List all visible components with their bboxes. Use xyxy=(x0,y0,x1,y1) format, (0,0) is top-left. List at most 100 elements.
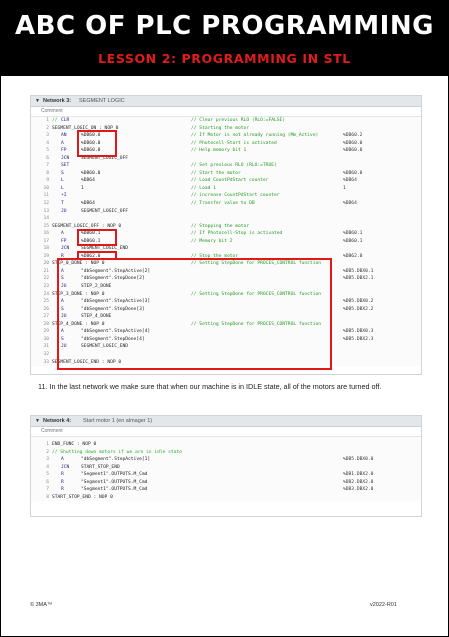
code-line[interactable]: 1 END_FUNC : NOP 0 xyxy=(31,441,421,449)
network-3-header[interactable]: ▼ Network 3: SEGMENT LOGIC xyxy=(31,96,421,107)
address: %DB5.DBX0.2 xyxy=(343,299,374,305)
code-line[interactable]: 7 R "Segment1".OUTPUTS.M_Cmd %DB3.DBX2.0 xyxy=(31,486,421,494)
network-4-code[interactable]: 1 END_FUNC : NOP 0 2// Shutting down motor… xyxy=(31,437,421,502)
operand: "Segment1".OUTPUTS.M_Cmd xyxy=(81,487,148,493)
address: %DB2.DBX2.0 xyxy=(343,479,374,485)
instruction: +I xyxy=(61,193,67,199)
line-number: 4 xyxy=(46,140,49,146)
address: %DB60.0 xyxy=(343,140,363,146)
line-number: 26 xyxy=(43,306,49,312)
address: %DB64 xyxy=(343,178,357,184)
line-number: 25 xyxy=(43,299,49,305)
instruction: S xyxy=(61,170,64,176)
instruction: FP xyxy=(61,238,67,244)
code-line[interactable]: 1//CLR // Clear previous RLO (RLO:=FALSE) xyxy=(31,117,421,125)
code-comment: // Load CountPdStart counter xyxy=(191,178,269,184)
network-4-label: Network 4: xyxy=(43,418,72,424)
instruction: JCN xyxy=(61,464,70,470)
address: %DB60.0 xyxy=(343,148,363,154)
code-line[interactable]: 11 +I // increase CountPdStart counter xyxy=(31,192,421,200)
highlight-box-operands-2 xyxy=(77,229,117,246)
address: %DB60.2 xyxy=(343,133,363,139)
operand: "Segment1".OUTPUTS.M_Cmd xyxy=(81,472,148,478)
operand: %DB64 xyxy=(81,201,95,207)
address: %DB5.DBX2.2 xyxy=(343,306,374,312)
line-number: 10 xyxy=(43,185,49,191)
line-number: 1 xyxy=(46,442,49,447)
instruction: R xyxy=(61,472,64,478)
code-comment: // Transfer value to DB xyxy=(191,201,255,207)
network-4-comment[interactable]: Comment xyxy=(31,427,421,437)
operand: %DB60.0 xyxy=(81,170,101,176)
line-number: 17 xyxy=(43,238,49,244)
line-number: 7 xyxy=(46,163,49,169)
code-comment: // Clear previous RLO (RLO:=FALSE) xyxy=(191,118,286,123)
network-4-header[interactable]: ▼ Network 4: Start motor 1 (en almager 1… xyxy=(31,416,421,427)
line-number: 2 xyxy=(46,449,49,455)
line-number: 6 xyxy=(46,479,49,485)
line-number: 24 xyxy=(43,291,49,297)
line-number: 20 xyxy=(43,261,49,267)
page-subtitle: LESSON 2: PROGRAMMING IN STL xyxy=(98,51,351,66)
collapse-triangle-icon[interactable]: ▼ xyxy=(35,96,40,106)
code-line[interactable]: 13 JU SEGMENT_LOGIC_OFF xyxy=(31,208,421,216)
line-number: 13 xyxy=(43,208,49,214)
code-comment: // Start the motor xyxy=(191,170,241,176)
statement-label: // Shutting down motors if we are in idl… xyxy=(52,449,182,455)
operand: %DB64 xyxy=(81,178,95,184)
network-4-panel: ▼ Network 4: Start motor 1 (en almager 1… xyxy=(30,415,422,517)
address: 1 xyxy=(343,185,346,191)
line-number: 14 xyxy=(43,216,49,222)
instruction: FP xyxy=(61,148,67,154)
code-line[interactable]: 7 SET // Set previous RLO (RLO:=TRUE) xyxy=(31,162,421,170)
code-line[interactable]: 6 R "Segment1".OUTPUTS.M_Cmd %DB2.DBX2.0 xyxy=(31,479,421,487)
code-line[interactable]: 8 START_STOP_END : NOP 0 xyxy=(31,494,421,502)
code-line[interactable]: 3 A "dbSegment".StepActive[1] %DB5.DBX0.0 xyxy=(31,456,421,464)
code-line[interactable]: 4 JCN START_STOP_END xyxy=(31,464,421,472)
instruction: JCN xyxy=(61,246,70,252)
code-line[interactable]: 12 T %DB64 // Transfer value to DB %DB64 xyxy=(31,200,421,208)
network-3-panel: ▼ Network 3: SEGMENT LOGIC Comment 1 //CL… xyxy=(30,95,422,375)
highlight-box-steps xyxy=(57,258,332,370)
line-number: 22 xyxy=(43,276,49,282)
footer-copyright: © 3MA™ xyxy=(30,602,53,608)
line-number: 31 xyxy=(43,344,49,350)
code-comment: // Starting the motor xyxy=(191,125,250,131)
operand: SEGMENT_LOGIC_OFF xyxy=(81,208,129,214)
statement-label: // xyxy=(52,118,58,123)
code-line[interactable]: 5 R "Segment1".OUTPUTS.M_Cmd %DB1.DBX2.0 xyxy=(31,471,421,479)
instruction: A xyxy=(61,231,64,237)
code-line[interactable]: 2// Shutting down motors if we are in id… xyxy=(31,449,421,457)
collapse-triangle-icon[interactable]: ▼ xyxy=(35,416,40,426)
instruction: SET xyxy=(61,163,70,169)
operand: 1 xyxy=(81,185,84,191)
line-number: 12 xyxy=(43,201,49,207)
network-3-title: SEGMENT LOGIC xyxy=(79,98,125,104)
code-line[interactable]: 8 S %DB60.0 // Start the motor %DB60.0 xyxy=(31,170,421,178)
code-comment: // increase CountPdStart counter xyxy=(191,193,280,199)
network-3-comment[interactable]: Comment xyxy=(31,107,421,117)
line-number: 4 xyxy=(46,464,49,470)
code-comment: // Set previous RLO (RLO:=TRUE) xyxy=(191,163,277,169)
code-line[interactable]: 10 L 1 // Load 1 1 xyxy=(31,185,421,193)
instruction-note: 11. In the last network we make sure tha… xyxy=(38,382,382,391)
statement-label: START_STOP_END : NOP 0 xyxy=(52,494,113,500)
instruction: A xyxy=(61,140,64,146)
instruction: L xyxy=(61,178,64,184)
instruction: CLR xyxy=(61,118,70,123)
code-line[interactable]: 9 L %DB64 // Load CountPdStart counter %DB64 xyxy=(31,177,421,185)
line-number: 16 xyxy=(43,231,49,237)
instruction: T xyxy=(61,201,64,207)
address: %DB5.DBX0.1 xyxy=(343,268,374,274)
operand: START_STOP_END xyxy=(81,464,120,470)
code-line[interactable]: 14 xyxy=(31,215,421,223)
code-comment: // If Photocell-Stop is activated xyxy=(191,231,283,237)
line-number: 5 xyxy=(46,472,49,478)
address: %DB60.1 xyxy=(343,238,363,244)
instruction: JCN xyxy=(61,155,70,161)
line-number: 28 xyxy=(43,321,49,327)
code-comment: // Memory bit 2 xyxy=(191,238,233,244)
address: %DB62.0 xyxy=(343,253,363,259)
line-number: 8 xyxy=(46,494,49,500)
operand: "Segment1".OUTPUTS.M_Cmd xyxy=(81,479,148,485)
